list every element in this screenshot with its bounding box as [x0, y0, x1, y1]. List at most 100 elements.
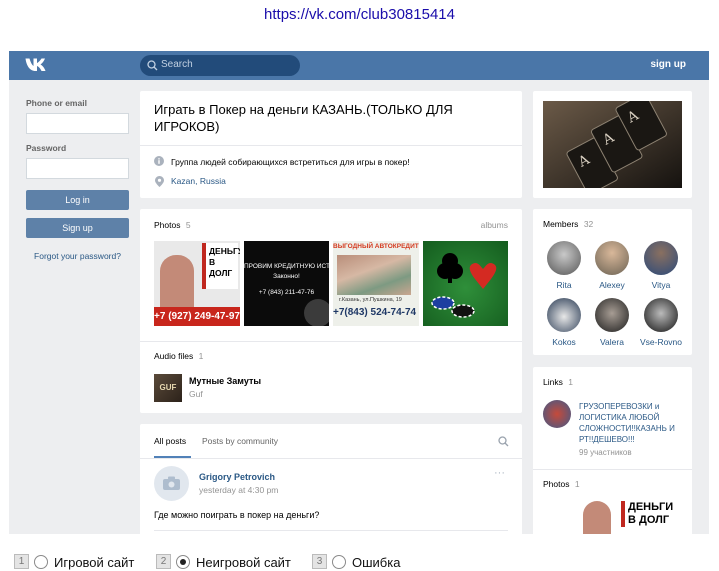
- member-name[interactable]: Kokos: [539, 337, 589, 347]
- photo-thumbnail[interactable]: ВЫГОДНЫЙ АВТОКРЕДИТ г.Казань, ул.Пушкина…: [333, 241, 419, 326]
- posts-card: All posts Posts by community Grigory Pet…: [140, 424, 522, 534]
- avatar[interactable]: [154, 466, 189, 501]
- location-icon: [155, 176, 164, 187]
- photo-line1: ДЕНЬГУ: [209, 246, 240, 256]
- member-name[interactable]: Rita: [539, 280, 589, 290]
- poker-chips-icon: [431, 253, 497, 318]
- photo-line2: г.Казань, ул.Пушкина, 19: [339, 297, 402, 303]
- search-placeholder: Search: [161, 59, 193, 70]
- link-title[interactable]: ГРУЗОПЕРЕВОЗКИ и ЛОГИСТИКА ЛЮБОЙ СЛОЖНОС…: [579, 401, 687, 445]
- divider: [140, 341, 522, 342]
- option-number: 1: [14, 554, 29, 569]
- links-label: Links: [543, 377, 563, 387]
- vk-logo-icon[interactable]: [25, 57, 49, 73]
- side-photo-line1: ДЕНЬГИ: [628, 501, 674, 513]
- password-label: Password: [26, 143, 67, 153]
- albums-link[interactable]: albums: [481, 220, 508, 230]
- side-photo-thumbnail[interactable]: ДЕНЬГИ В ДОЛГ: [581, 499, 683, 534]
- sign-up-link[interactable]: sign up: [650, 59, 686, 70]
- phone-label: Phone or email: [26, 98, 87, 108]
- photos-count: 5: [185, 220, 191, 230]
- photo-phone: +7 (843) 211-47-76: [258, 289, 315, 296]
- links-count: 1: [568, 377, 573, 387]
- page-url[interactable]: https://vk.com/club30815414: [0, 6, 719, 23]
- photo-thumbnail[interactable]: ПРОВИМ КРЕДИТНУЮ ИСТОРИ Законно! +7 (843…: [244, 241, 329, 326]
- cover-card: A A A: [533, 91, 692, 198]
- divider: [154, 530, 508, 531]
- photo-phone: +7(843) 524-74-74: [333, 307, 417, 318]
- tab-posts-by-community[interactable]: Posts by community: [202, 436, 278, 446]
- photo-thumbnail[interactable]: [423, 241, 508, 326]
- answer-options: 1 Игровой сайт 2 Неигровой сайт 3 Ошибка: [0, 551, 719, 571]
- member-name[interactable]: Vitya: [636, 280, 686, 290]
- post-author[interactable]: Grigory Petrovich: [199, 472, 275, 482]
- side-photo-banner: ДЕНЬГИ В ДОЛГ: [621, 501, 673, 527]
- option-label[interactable]: Игровой сайт: [54, 555, 134, 570]
- search-input[interactable]: Search: [140, 55, 300, 76]
- info-icon: [154, 156, 164, 166]
- post-text: Где можно поиграть в покер на деньги?: [154, 510, 320, 520]
- photo-line1: ВЫГОДНЫЙ АВТОКРЕДИТ: [333, 243, 419, 250]
- photo-line2: В ДОЛГ: [209, 257, 233, 278]
- member-avatar[interactable]: [644, 241, 678, 275]
- divider: [533, 469, 692, 470]
- option-number: 2: [156, 554, 171, 569]
- members-card: Members 32 Rita Alexey Vitya Kokos Valer…: [533, 209, 692, 355]
- member-avatar[interactable]: [644, 298, 678, 332]
- members-count: 32: [583, 219, 594, 229]
- tab-all-posts[interactable]: All posts: [154, 436, 186, 446]
- option-radio-error[interactable]: [332, 555, 346, 569]
- search-icon: [147, 60, 158, 71]
- more-icon[interactable]: ···: [494, 467, 505, 479]
- password-field[interactable]: [26, 158, 129, 179]
- members-header[interactable]: Members 32: [543, 219, 593, 229]
- side-photos-header[interactable]: Photos 1: [543, 479, 580, 489]
- member-avatar[interactable]: [547, 298, 581, 332]
- photo-line2: Законно!: [273, 273, 300, 280]
- link-avatar[interactable]: [543, 400, 571, 428]
- side-photos-label: Photos: [543, 479, 570, 489]
- money-stack: [337, 255, 411, 295]
- post-time[interactable]: yesterday at 4:30 pm: [199, 485, 278, 495]
- option-radio-game-site[interactable]: [34, 555, 48, 569]
- divider: [140, 458, 522, 459]
- audio-label: Audio files: [154, 351, 194, 361]
- option-label[interactable]: Ошибка: [352, 555, 400, 570]
- search-icon[interactable]: [498, 436, 509, 447]
- signup-button[interactable]: Sign up: [26, 218, 129, 238]
- forgot-password-link[interactable]: Forgot your password?: [26, 251, 129, 261]
- top-bar: Search sign up: [9, 51, 709, 80]
- playing-cards-image[interactable]: A A A: [543, 101, 682, 188]
- option-label[interactable]: Неигровой сайт: [196, 555, 291, 570]
- audio-title[interactable]: Мутные Замуты: [189, 376, 261, 386]
- member-avatar[interactable]: [595, 298, 629, 332]
- photos-header[interactable]: Photos 5: [154, 220, 191, 230]
- group-location-link[interactable]: Kazan, Russia: [171, 176, 226, 186]
- links-header[interactable]: Links 1: [543, 377, 573, 387]
- members-label: Members: [543, 219, 579, 229]
- photo-thumbnail[interactable]: ДЕНЬГУ В ДОЛГ +7 (927) 249-47-97: [154, 241, 240, 326]
- links-card: Links 1 ГРУЗОПЕРЕВОЗКИ и ЛОГИСТИКА ЛЮБОЙ…: [533, 367, 692, 534]
- divider: [140, 145, 522, 146]
- vk-page: Search sign up Phone or email Password L…: [9, 51, 709, 534]
- member-avatar[interactable]: [547, 241, 581, 275]
- side-photo-line2: В ДОЛГ: [628, 514, 670, 526]
- audio-cover[interactable]: GUF: [154, 374, 182, 402]
- option-radio-non-game-site[interactable]: [176, 555, 190, 569]
- member-avatar[interactable]: [595, 241, 629, 275]
- photos-card: Photos 5 albums ДЕНЬГУ В ДОЛГ +7 (927) 2…: [140, 209, 522, 413]
- phone-field[interactable]: [26, 113, 129, 134]
- option-number: 3: [312, 554, 327, 569]
- person-figure: [583, 501, 611, 534]
- page-title: Играть в Покер на деньги КАЗАНЬ.(ТОЛЬКО …: [154, 102, 453, 134]
- photo-banner: ДЕНЬГУ В ДОЛГ: [202, 243, 240, 289]
- member-name[interactable]: Alexey: [587, 280, 637, 290]
- audio-header: Audio files 1: [154, 351, 203, 361]
- login-button[interactable]: Log in: [26, 190, 129, 210]
- audio-artist: Guf: [189, 389, 203, 399]
- member-name[interactable]: Vse-Rovno: [636, 337, 686, 347]
- camera-icon: [163, 476, 180, 490]
- member-name[interactable]: Valera: [587, 337, 637, 347]
- photos-label: Photos: [154, 220, 181, 230]
- photo-line1: ПРОВИМ КРЕДИТНУЮ ИСТОРИ: [244, 263, 329, 270]
